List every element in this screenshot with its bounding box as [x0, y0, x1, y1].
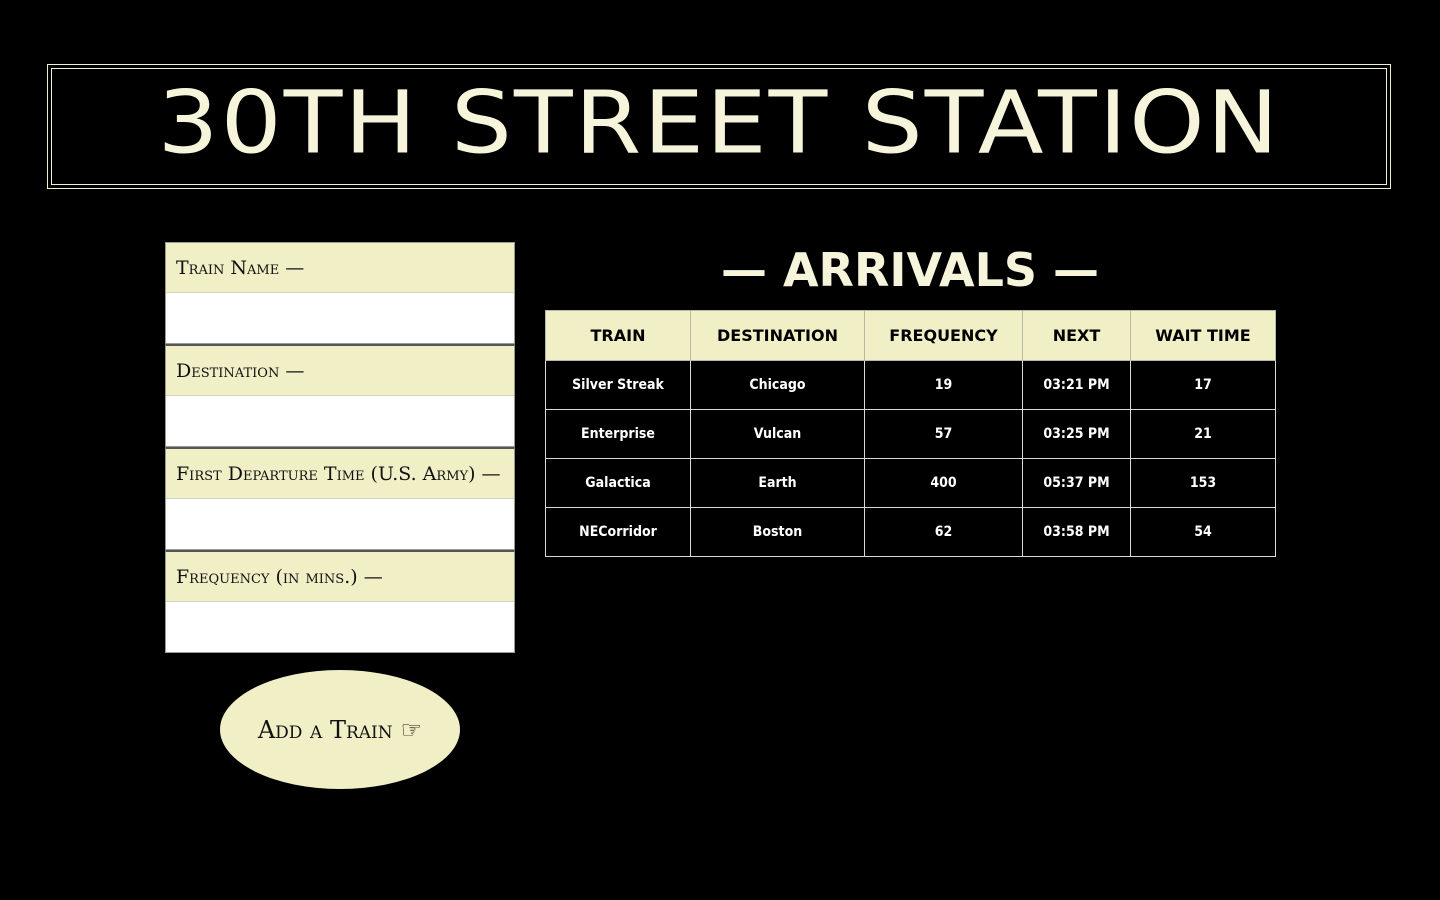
cell-next: 05:37 PM	[1022, 458, 1131, 508]
frequency-input[interactable]	[166, 602, 514, 652]
cell-next: 03:21 PM	[1022, 360, 1131, 410]
cell-next: 03:25 PM	[1022, 409, 1131, 459]
column-header-wait-time: WAIT TIME	[1130, 310, 1276, 361]
frequency-label: Frequency (in mins.) —	[166, 552, 514, 602]
table-row: Enterprise Vulcan 57 03:25 PM 21	[545, 409, 1276, 459]
cell-frequency: 19	[864, 360, 1023, 410]
cell-train: NECorridor	[545, 507, 691, 557]
column-header-frequency: FREQUENCY	[864, 310, 1023, 361]
arrivals-heading: — ARRIVALS —	[720, 243, 1100, 297]
cell-wait-time: 21	[1130, 409, 1276, 459]
cell-wait-time: 17	[1130, 360, 1276, 410]
add-train-form: Train Name — Destination — First Departu…	[165, 242, 515, 653]
table-row: Silver Streak Chicago 19 03:21 PM 17	[545, 360, 1276, 410]
cell-destination: Vulcan	[690, 409, 865, 459]
destination-input[interactable]	[166, 396, 514, 446]
cell-wait-time: 54	[1130, 507, 1276, 557]
cell-train: Silver Streak	[545, 360, 691, 410]
title-banner: 30TH STREET STATION	[47, 64, 1391, 189]
table-row: Galactica Earth 400 05:37 PM 153	[545, 458, 1276, 508]
cell-destination: Chicago	[690, 360, 865, 410]
cell-next: 03:58 PM	[1022, 507, 1131, 557]
cell-frequency: 62	[864, 507, 1023, 557]
train-name-field: Train Name —	[165, 242, 515, 344]
table-header-row: TRAIN DESTINATION FREQUENCY NEXT WAIT TI…	[545, 310, 1276, 361]
frequency-field: Frequency (in mins.) —	[165, 550, 515, 653]
column-header-train: TRAIN	[545, 310, 691, 361]
column-header-destination: DESTINATION	[690, 310, 865, 361]
destination-field: Destination —	[165, 344, 515, 447]
cell-train: Enterprise	[545, 409, 691, 459]
cell-train: Galactica	[545, 458, 691, 508]
first-departure-input[interactable]	[166, 499, 514, 549]
column-header-next: NEXT	[1022, 310, 1131, 361]
cell-frequency: 57	[864, 409, 1023, 459]
add-train-button-label: Add a Train	[257, 715, 393, 744]
first-departure-field: First Departure Time (U.S. Army) —	[165, 447, 515, 550]
cell-frequency: 400	[864, 458, 1023, 508]
cell-wait-time: 153	[1130, 458, 1276, 508]
add-train-button[interactable]: Add a Train ☞	[220, 670, 460, 789]
first-departure-label: First Departure Time (U.S. Army) —	[166, 449, 514, 499]
page-title: 30TH STREET STATION	[157, 72, 1281, 174]
train-name-label: Train Name —	[166, 243, 514, 293]
cell-destination: Earth	[690, 458, 865, 508]
train-name-input[interactable]	[166, 293, 514, 343]
table-row: NECorridor Boston 62 03:58 PM 54	[545, 507, 1276, 557]
destination-label: Destination —	[166, 346, 514, 396]
arrivals-table: TRAIN DESTINATION FREQUENCY NEXT WAIT TI…	[545, 310, 1276, 557]
pointing-hand-icon: ☞	[400, 715, 423, 744]
cell-destination: Boston	[690, 507, 865, 557]
